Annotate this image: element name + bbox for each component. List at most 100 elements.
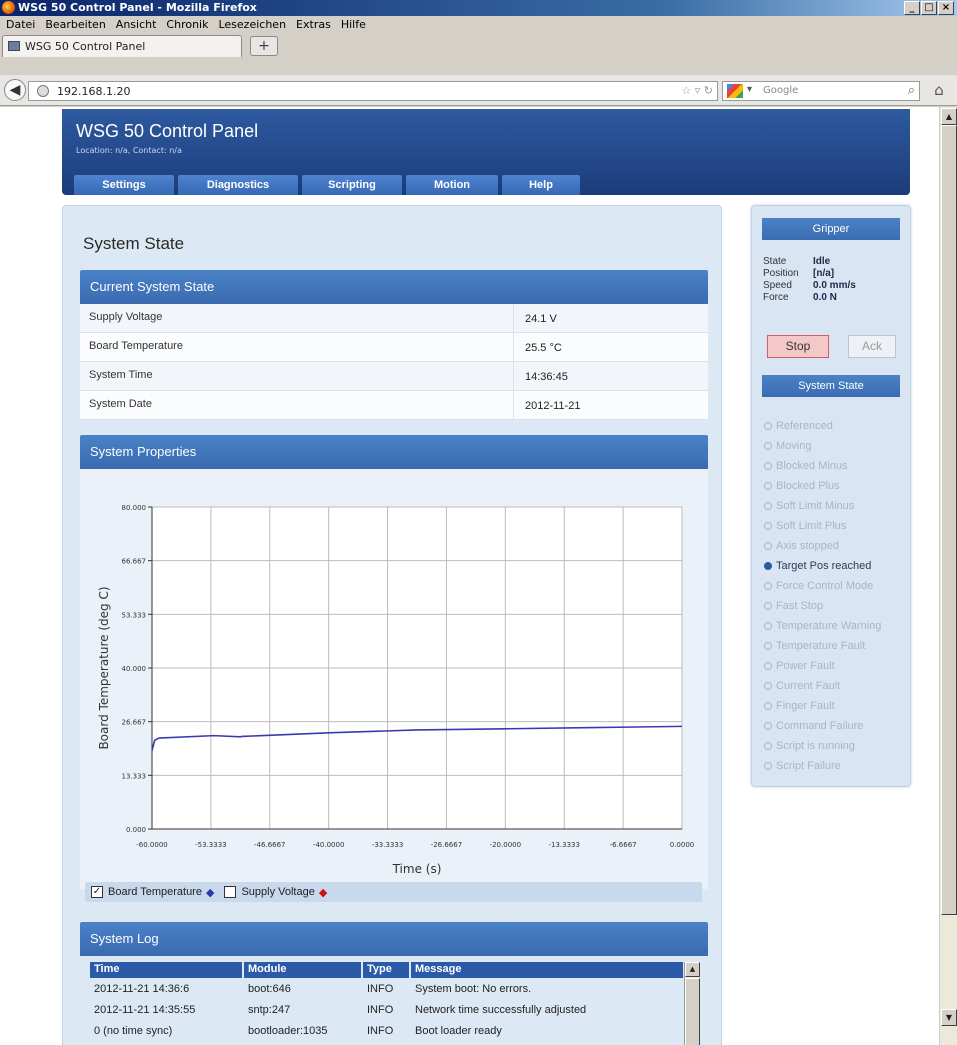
state-flag-label: Current Fault [776,680,841,692]
status-dot-icon [764,662,772,670]
bookmark-star-icon[interactable]: ☆ ▿ ↻ [681,84,713,97]
main-panel: System State Current System State Supply… [62,205,722,1045]
log-scrollbar[interactable]: ▲ [684,962,700,1045]
status-dot-icon [764,422,772,430]
url-text: 192.168.1.20 [57,85,131,98]
page-scroll-thumb[interactable] [941,125,957,915]
state-flag: Target Pos reached [764,556,881,576]
x-tick-label: -46.6667 [254,841,285,849]
maximize-button[interactable]: □ [921,1,937,15]
log-message: Network time successfully adjusted [415,1003,587,1016]
status-dot-icon [764,482,772,490]
page-content: WSG 50 Control Panel Location: n/a, Cont… [0,107,939,1045]
state-flag-label: Temperature Fault [776,640,866,652]
minimize-button[interactable]: _ [904,1,920,15]
scroll-up-icon[interactable]: ▲ [685,962,700,977]
ack-button[interactable]: Ack [848,335,896,358]
y-tick-label: 26.667 [122,719,147,727]
status-dot-icon [764,462,772,470]
window-title-bar: WSG 50 Control Panel - Mozilla Firefox _… [0,0,957,16]
nav-scripting[interactable]: Scripting [302,175,402,195]
tab-title: WSG 50 Control Panel [25,40,146,53]
log-module: boot:646 [248,982,291,995]
log-col-message[interactable]: Message [411,962,683,978]
menu-chronik[interactable]: Chronik [162,16,214,33]
table-row: Board Temperature 25.5 °C [80,333,708,362]
state-flag: Current Fault [764,676,881,696]
status-row: Force 0.0 N [763,292,856,304]
menu-ansicht[interactable]: Ansicht [112,16,163,33]
row-value: 24.1 V [525,313,557,325]
state-flag: Referenced [764,416,881,436]
table-row: System Time 14:36:45 [80,362,708,391]
status-dot-icon [764,642,772,650]
state-flag: Script Failure [764,756,881,776]
nav-settings[interactable]: Settings [74,175,174,195]
state-flag-label: Temperature Warning [776,620,882,632]
state-flag: Soft Limit Minus [764,496,881,516]
state-flag-label: Target Pos reached [776,560,872,572]
search-icon[interactable]: ⌕ [908,83,915,98]
menu-hilfe[interactable]: Hilfe [337,16,372,33]
page-scrollbar[interactable]: ▲ ▼ [939,107,957,1045]
state-flag: Temperature Fault [764,636,881,656]
log-message: Boot loader ready [415,1024,502,1037]
state-flag-label: Command Failure [776,720,864,732]
search-input[interactable]: ▾ Google ⌕ [722,81,920,101]
table-row: 0 (no time sync) bootloader:1035 INFO Bo… [90,1020,686,1041]
status-row: Speed 0.0 mm/s [763,280,856,292]
status-label: Force [763,292,789,303]
url-bar[interactable]: 192.168.1.20 ☆ ▿ ↻ [28,81,718,101]
nav-motion[interactable]: Motion [406,175,498,195]
log-type: INFO [367,982,394,995]
supply-voltage-checkbox[interactable] [224,886,237,898]
chevron-down-icon[interactable]: ▾ [747,84,752,95]
y-tick-label: 80.000 [122,504,147,512]
back-button[interactable]: ◀ [4,79,26,101]
scroll-down-icon[interactable]: ▼ [941,1009,957,1026]
status-dot-icon [764,522,772,530]
navigation-bar: ◀ 192.168.1.20 ☆ ▿ ↻ ▾ Google ⌕ ⌂ [0,75,957,106]
x-tick-label: -40.0000 [313,841,344,849]
state-flag-label: Blocked Minus [776,460,848,472]
log-col-type[interactable]: Type [363,962,409,978]
log-type: INFO [367,1024,394,1037]
log-col-time[interactable]: Time [90,962,242,978]
close-button[interactable]: × [938,1,954,15]
state-flag-label: Finger Fault [776,700,835,712]
menu-datei[interactable]: Datei [2,16,41,33]
page-title: System State [83,234,185,253]
scroll-up-icon[interactable]: ▲ [941,108,957,125]
menu-lesezeichen[interactable]: Lesezeichen [214,16,292,33]
state-flag: Force Control Mode [764,576,881,596]
log-table: Time Module Type Message 2012-11-21 14:3… [90,962,686,1041]
board-temperature-checkbox[interactable]: ✓ [91,886,103,898]
stop-button[interactable]: Stop [767,335,829,358]
system-log-header: System Log [80,922,708,956]
nav-diagnostics[interactable]: Diagnostics [178,175,298,195]
x-tick-label: -6.6667 [610,841,637,849]
row-label: Supply Voltage [80,304,514,332]
y-tick-label: 40.000 [122,665,147,673]
menu-extras[interactable]: Extras [292,16,337,33]
log-scroll-thumb[interactable] [685,978,700,1045]
state-flag-label: Moving [776,440,812,452]
log-col-module[interactable]: Module [244,962,361,978]
status-dot-icon [764,762,772,770]
y-tick-label: 53.333 [122,611,147,619]
nav-help[interactable]: Help [502,175,580,195]
state-flag-label: Axis stopped [776,540,839,552]
state-flag-label: Force Control Mode [776,580,874,592]
status-dot-icon [764,502,772,510]
browser-tab[interactable]: WSG 50 Control Panel [2,35,242,57]
status-dot-icon [764,582,772,590]
log-header-row: Time Module Type Message [90,962,686,978]
site-header: WSG 50 Control Panel Location: n/a, Cont… [62,109,910,195]
status-label: Speed [763,280,792,291]
menu-bar: Datei Bearbeiten Ansicht Chronik Lesezei… [0,16,957,33]
table-row: System Date 2012-11-21 [80,391,708,420]
menu-bearbeiten[interactable]: Bearbeiten [41,16,111,33]
home-icon[interactable]: ⌂ [928,81,950,101]
new-tab-button[interactable]: + [250,36,278,56]
firefox-icon [2,1,15,14]
